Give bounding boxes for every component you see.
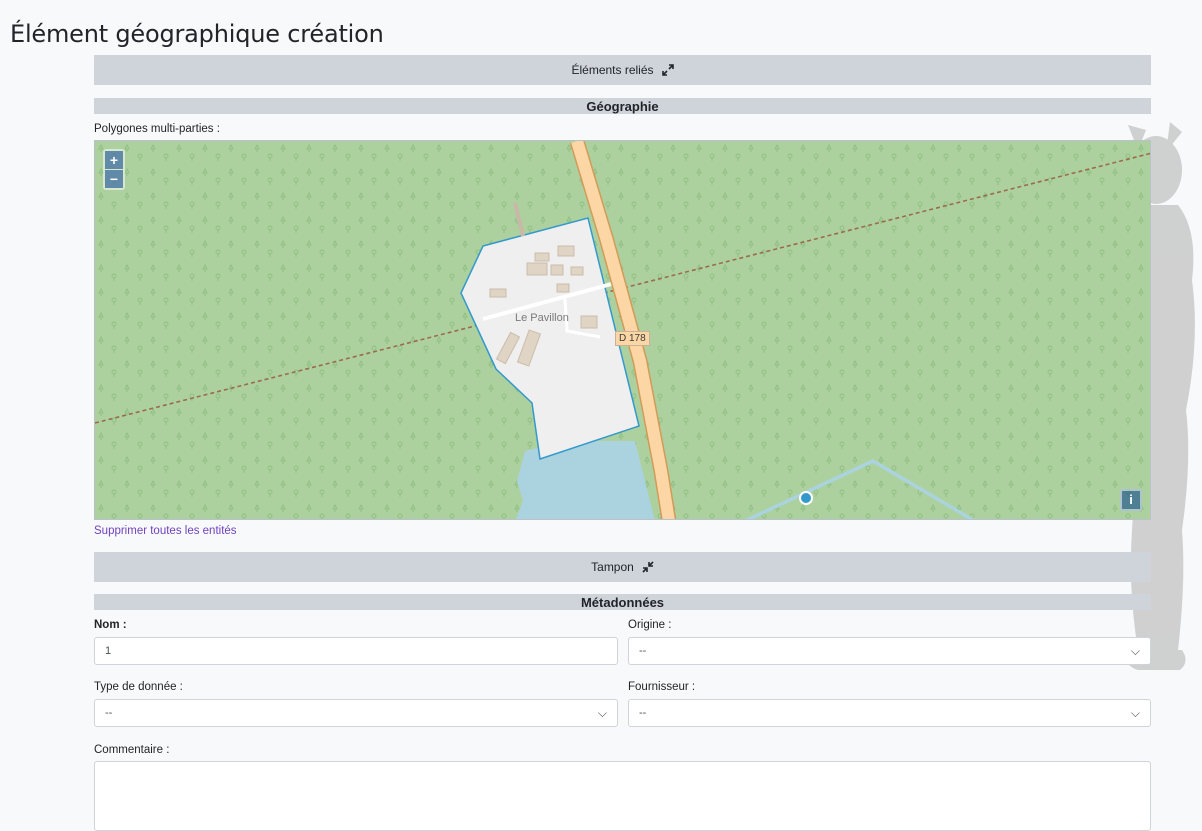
origin-select[interactable]: -- ⌵	[628, 637, 1151, 665]
data-type-label: Type de donnée :	[94, 681, 183, 693]
chevron-down-icon: ⌵	[1130, 705, 1140, 720]
origin-label: Origine :	[628, 619, 672, 631]
comment-textarea[interactable]	[94, 761, 1151, 831]
map-place-label: Le Pavillon	[515, 312, 569, 324]
map-road-label: D 178	[615, 331, 650, 346]
polygons-label: Polygones multi-parties :	[94, 123, 220, 135]
geography-section-header: Géographie	[94, 98, 1151, 114]
chevron-down-icon: ⌵	[1130, 643, 1140, 658]
provider-select[interactable]: -- ⌵	[628, 699, 1151, 727]
provider-select-value: --	[639, 707, 647, 719]
name-label: Nom :	[94, 619, 127, 631]
buffer-label: Tampon	[591, 560, 634, 574]
chevron-down-icon: ⌵	[597, 705, 607, 720]
collapse-icon	[642, 561, 654, 573]
zoom-controls: + −	[103, 149, 125, 190]
linked-elements-label: Éléments reliés	[571, 63, 654, 77]
expand-icon	[661, 64, 674, 76]
metadata-section-header: Métadonnées	[94, 594, 1151, 610]
page-title: Élément géographique création	[10, 20, 384, 48]
delete-all-entities-link[interactable]: Supprimer toutes les entités	[94, 525, 237, 537]
name-input[interactable]: 1	[94, 637, 618, 665]
map-info-button[interactable]: i	[1120, 489, 1142, 511]
map-view[interactable]: Le Pavillon D 178 + − i	[94, 140, 1151, 520]
linked-elements-toggle[interactable]: Éléments reliés	[94, 55, 1151, 85]
provider-label: Fournisseur :	[628, 681, 696, 693]
buffer-toggle[interactable]: Tampon	[94, 552, 1151, 582]
zoom-in-button[interactable]: +	[105, 151, 123, 169]
comment-label: Commentaire :	[94, 744, 170, 756]
origin-select-value: --	[639, 645, 647, 657]
data-type-select-value: --	[105, 707, 113, 719]
zoom-out-button[interactable]: −	[105, 170, 123, 188]
data-type-select[interactable]: -- ⌵	[94, 699, 618, 727]
